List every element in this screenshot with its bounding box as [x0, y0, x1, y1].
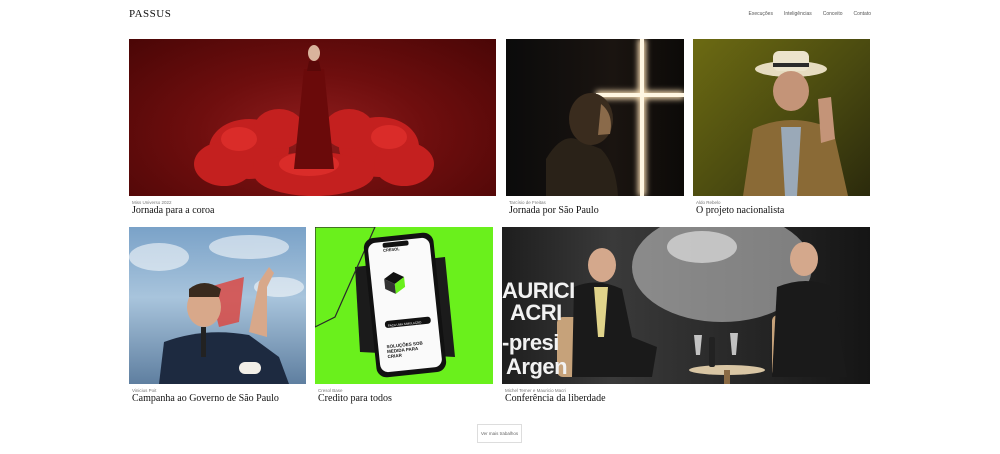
- project-title[interactable]: Campanha ao Governo de São Paulo: [132, 393, 306, 405]
- logo[interactable]: PASSUS: [129, 8, 171, 20]
- phone-mockup-illustration: [315, 227, 455, 378]
- project-card[interactable]: CRESOL FAÇA UMA SIMULAÇÃO SOLUÇÕES SOB M…: [315, 227, 493, 405]
- nav-contato[interactable]: Contato: [853, 11, 871, 17]
- project-title[interactable]: O projeto nacionalista: [696, 205, 870, 217]
- project-image[interactable]: [693, 39, 870, 196]
- project-card[interactable]: Vinicius Poit Campanha ao Governo de São…: [129, 227, 306, 405]
- project-title[interactable]: Jornada para a coroa: [132, 205, 496, 217]
- project-title[interactable]: Conferência da liberdade: [505, 393, 870, 405]
- project-title[interactable]: Jornada por São Paulo: [509, 205, 684, 217]
- project-image[interactable]: [506, 39, 684, 196]
- project-image[interactable]: CRESOL FAÇA UMA SIMULAÇÃO SOLUÇÕES SOB M…: [315, 227, 493, 384]
- backdrop-word-4: Argen: [506, 354, 568, 379]
- project-card[interactable]: Aldo Rebelo O projeto nacionalista: [693, 39, 870, 217]
- main-nav: Execuções Inteligências Conceito Contato: [748, 11, 871, 17]
- more-works-button[interactable]: Ver mais trabalhos: [477, 424, 522, 443]
- nav-conceito[interactable]: Conceito: [823, 11, 843, 17]
- nav-inteligencias[interactable]: Inteligências: [784, 11, 812, 17]
- red-dress-illustration: [194, 45, 434, 196]
- backdrop-word-3: -presi: [502, 330, 559, 355]
- project-title[interactable]: Credito para todos: [318, 393, 493, 405]
- nav-execucoes[interactable]: Execuções: [748, 11, 772, 17]
- project-image[interactable]: [129, 39, 496, 196]
- site-header: PASSUS Execuções Inteligências Conceito …: [0, 0, 1000, 30]
- project-card[interactable]: Tarcísio de Freitas Jornada por São Paul…: [506, 39, 684, 217]
- backdrop-word-2: ACRI: [510, 300, 562, 325]
- speaker-pointing-illustration: [129, 235, 304, 384]
- project-image[interactable]: [129, 227, 306, 384]
- project-image[interactable]: AURICI ACRI -presi Argen: [502, 227, 870, 384]
- project-card[interactable]: Miss Universo 2022 Jornada para a coroa: [129, 39, 496, 217]
- light-cross-illustration: [546, 39, 684, 196]
- man-in-hat-illustration: [743, 51, 848, 196]
- project-card[interactable]: AURICI ACRI -presi Argen Michel Temer e …: [502, 227, 870, 405]
